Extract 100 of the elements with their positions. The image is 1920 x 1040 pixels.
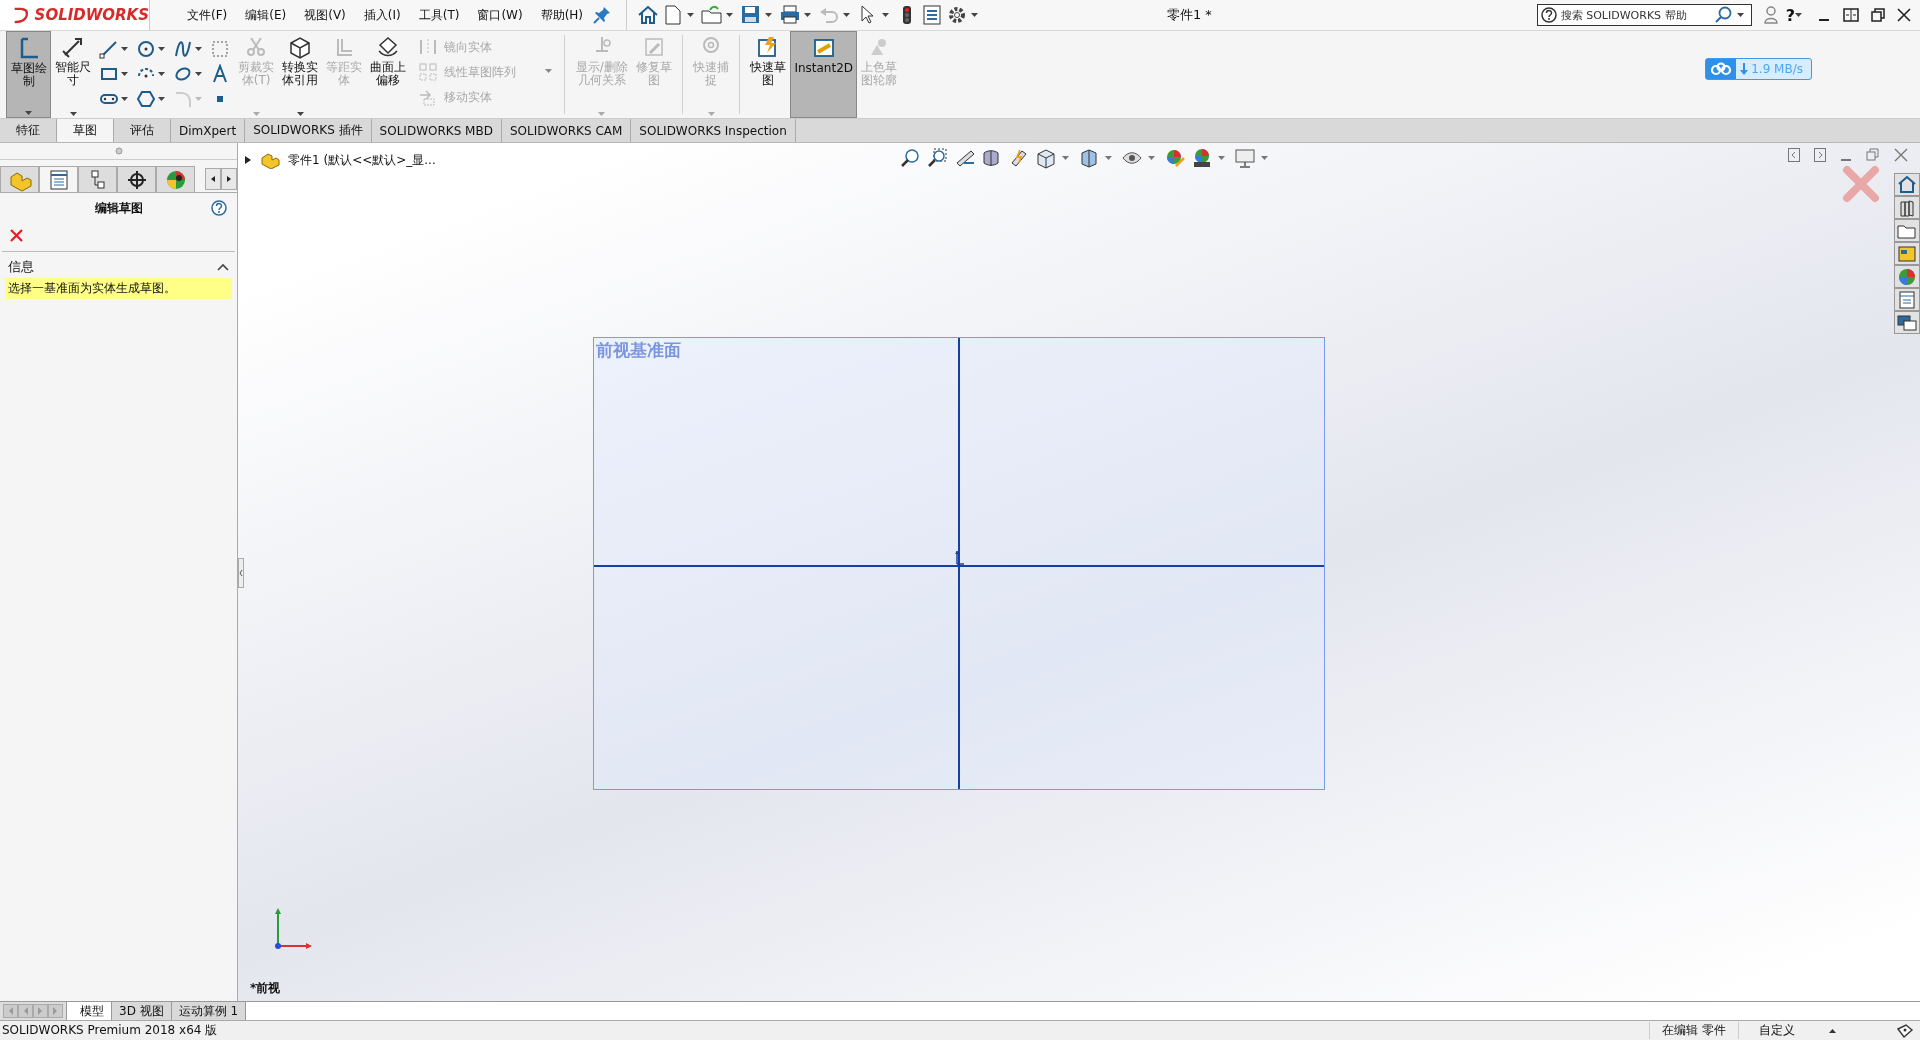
search-icon[interactable]	[1714, 6, 1733, 24]
caret-icon[interactable]	[1736, 13, 1744, 17]
caret-icon[interactable]	[158, 47, 166, 51]
search-field[interactable]: 搜索 SOLIDWORKS 帮助	[1536, 4, 1752, 26]
previous-pane-icon[interactable]	[1788, 148, 1800, 162]
display-monitor-icon[interactable]	[1234, 147, 1256, 169]
caret-icon[interactable]	[1218, 156, 1225, 160]
library-icon	[1897, 197, 1917, 218]
tile-icon[interactable]	[1842, 7, 1860, 23]
caret-icon[interactable]	[25, 111, 33, 115]
spline-tool-icon[interactable]	[173, 39, 194, 59]
ribbon-button[interactable]: Instant2D	[790, 31, 857, 118]
splitter-handle-icon[interactable]	[114, 147, 123, 155]
zoom-area-icon[interactable]	[927, 147, 949, 169]
tree-item[interactable]: 零件1 (默认<<默认>_显...	[288, 151, 436, 169]
menu-item[interactable]: 帮助(H)	[531, 6, 593, 24]
ribbon-button[interactable]: 转换实体引用	[278, 31, 323, 118]
caret-icon[interactable]	[726, 13, 734, 17]
panel-tab[interactable]	[156, 166, 195, 192]
caret-icon[interactable]	[121, 47, 129, 51]
ribbon-tab[interactable]: 草图	[57, 119, 114, 142]
line-tool-icon[interactable]	[99, 39, 120, 59]
panel-title: 编辑草图	[94, 199, 143, 217]
ribbon-button[interactable]: 曲面上偏移	[366, 31, 411, 118]
print-icon[interactable]	[779, 4, 802, 26]
caret-icon[interactable]	[1062, 156, 1069, 160]
unit-system[interactable]: 自定义	[1759, 1022, 1829, 1039]
logo-text: SOLIDWORKS	[34, 6, 149, 24]
task-pane-tab[interactable]	[1894, 265, 1920, 288]
close-icon[interactable]	[1896, 7, 1912, 23]
caret-up-icon[interactable]	[1829, 1028, 1836, 1033]
zoom-to-fit-icon[interactable]	[900, 147, 922, 169]
cloud-icon	[1710, 62, 1733, 76]
polygon-tool-icon[interactable]	[136, 89, 157, 109]
expand-arrow-icon[interactable]	[244, 155, 252, 165]
view-orientation-icon[interactable]	[1035, 147, 1057, 169]
menu-item[interactable]: 视图(V)	[295, 6, 355, 24]
caret-icon[interactable]	[1795, 13, 1802, 17]
options-list-icon[interactable]	[921, 4, 944, 26]
caret-icon[interactable]	[69, 112, 77, 116]
section-title: 信息	[8, 258, 34, 276]
caret-icon[interactable]	[195, 72, 203, 76]
scroll-left-icon[interactable]	[205, 168, 221, 190]
caret-icon[interactable]	[195, 47, 203, 51]
caret-icon[interactable]	[971, 13, 979, 17]
task-pane-tab[interactable]	[1894, 196, 1920, 219]
task-pane-tab[interactable]	[1894, 173, 1920, 196]
caret-icon[interactable]	[296, 112, 304, 116]
user-icon[interactable]	[1763, 6, 1778, 24]
caret-icon[interactable]	[1148, 156, 1155, 160]
collapse-panel-handle-icon[interactable]	[238, 558, 244, 588]
panel-tab[interactable]	[117, 166, 156, 192]
document-tab[interactable]: 3D 视图	[112, 1002, 172, 1020]
section-header[interactable]: 信息	[0, 252, 237, 278]
ribbon-button[interactable]: 草图绘制	[6, 31, 52, 118]
caret-icon[interactable]	[765, 13, 773, 17]
circle-tool-icon[interactable]	[136, 39, 157, 59]
caret-icon[interactable]	[158, 72, 166, 76]
caret-icon[interactable]	[882, 13, 890, 17]
task-pane-tab[interactable]	[1894, 311, 1920, 334]
ribbon-button[interactable]: 智能尺寸	[51, 31, 96, 118]
restore-icon[interactable]	[1870, 7, 1886, 23]
cancel-icon[interactable]	[10, 229, 23, 242]
edit-appearance-icon[interactable]	[1164, 147, 1186, 169]
caret-icon[interactable]	[687, 13, 695, 17]
menu-item[interactable]: 插入(I)	[354, 6, 410, 24]
menu-item[interactable]: 窗口(W)	[468, 6, 532, 24]
caret-icon[interactable]	[843, 13, 851, 17]
scene-icon[interactable]	[1191, 147, 1213, 169]
help-button[interactable]: ?	[1785, 5, 1795, 25]
task-pane-tab[interactable]	[1894, 242, 1920, 265]
menu-item[interactable]: 工具(T)	[409, 6, 469, 24]
edit-mode: 在编辑 零件	[1649, 1022, 1739, 1039]
plane-label: 前视基准面	[596, 339, 681, 362]
collapse-chevron-icon[interactable]	[217, 263, 229, 271]
caret-icon[interactable]	[121, 72, 129, 76]
caret-icon[interactable]	[121, 97, 129, 101]
document-tab[interactable]: 运动算例 1	[171, 1002, 247, 1020]
home-icon[interactable]	[637, 4, 660, 26]
tool-icon	[376, 35, 401, 59]
caret-icon[interactable]	[158, 97, 166, 101]
pin-icon[interactable]	[592, 5, 613, 25]
product-version: SOLIDWORKS Premium 2018 x64 版	[1, 1022, 219, 1039]
menu-item[interactable]: 编辑(E)	[236, 6, 296, 24]
caret-icon[interactable]	[1105, 156, 1112, 160]
ellipse-tool-icon[interactable]	[173, 64, 194, 84]
caret-icon[interactable]	[804, 13, 812, 17]
next-pane-icon[interactable]	[1814, 148, 1826, 162]
help-icon[interactable]	[211, 200, 227, 216]
caret-icon[interactable]	[1261, 156, 1268, 160]
dotted-rectangle-icon[interactable]	[210, 39, 231, 59]
mirror-icon	[418, 37, 439, 57]
panel-tab[interactable]	[39, 166, 78, 192]
menu-item[interactable]: 文件(F)	[178, 6, 237, 24]
tool-icon	[288, 35, 313, 59]
scroll-right-icon[interactable]	[221, 168, 237, 190]
search-input[interactable]: 搜索 SOLIDWORKS 帮助	[1560, 8, 1711, 22]
display-style-icon[interactable]	[1078, 147, 1100, 169]
download-arrow-icon	[1740, 63, 1749, 75]
ribbon-button[interactable]: 快速草图	[746, 31, 791, 118]
